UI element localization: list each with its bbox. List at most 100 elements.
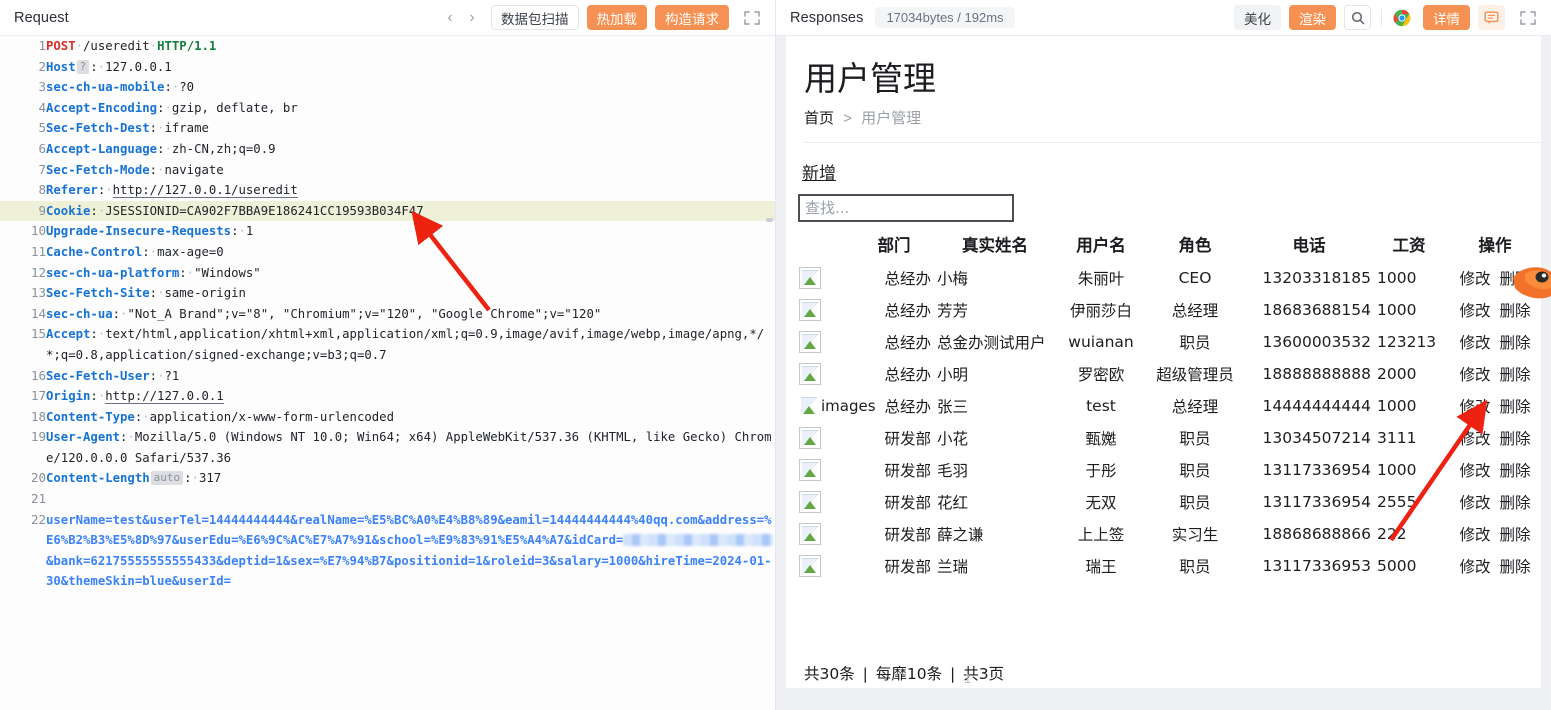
line-content[interactable]: Accept-Language:·zh-CN,zh;q=0.9	[46, 139, 775, 160]
line-content[interactable]: Sec-Fetch-Site:·same-origin	[46, 283, 775, 304]
pager-total: 共30条	[804, 665, 855, 683]
edit-link[interactable]: 修改	[1460, 334, 1491, 352]
line-number: 5	[0, 118, 46, 139]
edit-link[interactable]: 修改	[1460, 366, 1491, 384]
line-content[interactable]	[46, 489, 775, 510]
line-content[interactable]: userName=test&userTel=14444444444&realNa…	[46, 510, 775, 592]
delete-link[interactable]: 删除	[1499, 366, 1530, 384]
line-content[interactable]: sec-ch-ua-mobile:·?0	[46, 77, 775, 98]
search-icon[interactable]	[1344, 5, 1371, 30]
line-content[interactable]: Referer:·http://127.0.0.1/useredit	[46, 180, 775, 201]
cell-actions: 修改 删除	[1444, 390, 1541, 422]
line-content[interactable]: Content-Type:·application/x-www-form-url…	[46, 407, 775, 428]
cell-phone: 18683688154	[1244, 294, 1374, 326]
search-input[interactable]	[798, 194, 1014, 222]
line-content[interactable]: Sec-Fetch-Dest:·iframe	[46, 118, 775, 139]
cell-username: 罗密欧	[1056, 358, 1146, 390]
delete-link[interactable]: 删除	[1499, 526, 1530, 544]
pagination-summary: 共30条 | 每靡10条 | 共3页	[804, 662, 1004, 684]
code-line: 10Upgrade-Insecure-Requests:·1	[0, 221, 775, 242]
line-content[interactable]: Upgrade-Insecure-Requests:·1	[46, 221, 775, 242]
cell-username: 于彤	[1056, 454, 1146, 486]
response-panel: Responses 17034bytes / 192ms 美化 渲染	[776, 0, 1551, 710]
packet-scan-button[interactable]: 数据包扫描	[491, 5, 579, 30]
line-content[interactable]: Content-Lengthauto:·317	[46, 468, 775, 489]
delete-link[interactable]: 删除	[1499, 334, 1530, 352]
add-user-button[interactable]: 新增	[796, 155, 836, 184]
request-code-table: 1POST·/useredit·HTTP/1.12Host?:·127.0.0.…	[0, 36, 775, 592]
cell-realname: 花红	[934, 486, 1056, 518]
line-content[interactable]: User-Agent:·Mozilla/5.0 (Windows NT 10.0…	[46, 427, 775, 468]
edit-link[interactable]: 修改	[1460, 270, 1491, 288]
edit-link[interactable]: 修改	[1460, 430, 1491, 448]
breadcrumb-home[interactable]: 首页	[804, 110, 834, 127]
line-content[interactable]: POST·/useredit·HTTP/1.1	[46, 36, 775, 57]
expand-icon[interactable]	[739, 7, 765, 29]
delete-link[interactable]: 删除	[1499, 430, 1530, 448]
line-content[interactable]: sec-ch-ua:·"Not_A Brand";v="8", "Chromiu…	[46, 304, 775, 325]
line-content[interactable]: Sec-Fetch-Mode:·navigate	[46, 160, 775, 181]
cell-dept: 研发部	[854, 454, 934, 486]
line-content[interactable]: Host?:·127.0.0.1	[46, 57, 775, 78]
delete-link[interactable]: 删除	[1499, 462, 1530, 480]
hot-reload-button[interactable]: 热加载	[587, 5, 648, 30]
chrome-icon[interactable]	[1388, 5, 1415, 30]
cell-realname: 总金办测试用户	[934, 326, 1056, 358]
code-line: 21	[0, 489, 775, 510]
line-content[interactable]: sec-ch-ua-platform:·"Windows"	[46, 263, 775, 284]
edit-link[interactable]: 修改	[1460, 302, 1491, 320]
code-line: 20Content-Lengthauto:·317	[0, 468, 775, 489]
line-content[interactable]: Cookie:·JSESSIONID=CA902F7BBA9E186241CC1…	[46, 201, 775, 222]
expand-icon-response[interactable]	[1515, 7, 1541, 29]
code-line: 17Origin:·http://127.0.0.1	[0, 386, 775, 407]
render-button[interactable]: 渲染	[1289, 5, 1336, 30]
cell-salary: 3111	[1374, 422, 1444, 454]
comment-icon[interactable]	[1478, 5, 1505, 30]
page-title: 用户管理	[804, 58, 1541, 100]
cell-actions: 修改 删除	[1444, 454, 1541, 486]
cell-username: 上上签	[1056, 518, 1146, 550]
broken-image-icon	[799, 523, 821, 545]
request-scrollbar-thumb[interactable]	[766, 218, 773, 222]
cell-role: 职员	[1146, 422, 1244, 454]
edit-link[interactable]: 修改	[1460, 558, 1491, 576]
request-code-view[interactable]: 1POST·/useredit·HTTP/1.12Host?:·127.0.0.…	[0, 36, 775, 710]
line-content[interactable]: Cache-Control:·max-age=0	[46, 242, 775, 263]
edit-link[interactable]: 修改	[1460, 494, 1491, 512]
cell-username: 朱丽叶	[1056, 262, 1146, 294]
col-phone: 电话	[1244, 228, 1374, 262]
line-content[interactable]: Accept:·text/html,application/xhtml+xml,…	[46, 324, 775, 365]
line-content[interactable]: Accept-Encoding:·gzip, deflate, br	[46, 98, 775, 119]
line-number: 22	[0, 510, 46, 592]
cell-username: 甄嬔	[1056, 422, 1146, 454]
code-line: 22userName=test&userTel=14444444444&real…	[0, 510, 775, 592]
detail-button[interactable]: 详情	[1423, 5, 1470, 30]
delete-link[interactable]: 删除	[1499, 558, 1530, 576]
header-divider	[804, 142, 1541, 143]
cell-username: 无双	[1056, 486, 1146, 518]
delete-link[interactable]: 删除	[1499, 398, 1530, 416]
edit-link[interactable]: 修改	[1460, 398, 1491, 416]
col-role: 角色	[1146, 228, 1244, 262]
edit-link[interactable]: 修改	[1460, 462, 1491, 480]
pagination-current-page[interactable]: 1	[964, 671, 971, 686]
code-line: 9Cookie:·JSESSIONID=CA902F7BBA9E186241CC…	[0, 201, 775, 222]
next-button[interactable]: ›	[461, 7, 483, 29]
broken-image-icon	[799, 331, 821, 353]
cell-avatar	[796, 550, 854, 582]
delete-link[interactable]: 删除	[1499, 494, 1530, 512]
request-panel: Request ‹ › 数据包扫描 热加载 构造请求 1POST·/usered…	[0, 0, 776, 710]
cell-phone: 14444444444	[1244, 390, 1374, 422]
breadcrumb-current: 用户管理	[861, 110, 921, 127]
edit-link[interactable]: 修改	[1460, 526, 1491, 544]
line-content[interactable]: Origin:·http://127.0.0.1	[46, 386, 775, 407]
cell-actions: 修改 删除	[1444, 358, 1541, 390]
line-content[interactable]: Sec-Fetch-User:·?1	[46, 366, 775, 387]
prev-button[interactable]: ‹	[439, 7, 461, 29]
cell-realname: 小花	[934, 422, 1056, 454]
beautify-button[interactable]: 美化	[1234, 5, 1281, 30]
build-request-button[interactable]: 构造请求	[655, 5, 729, 30]
cell-role: 实习生	[1146, 518, 1244, 550]
broken-image-icon	[799, 299, 821, 321]
line-number: 16	[0, 366, 46, 387]
